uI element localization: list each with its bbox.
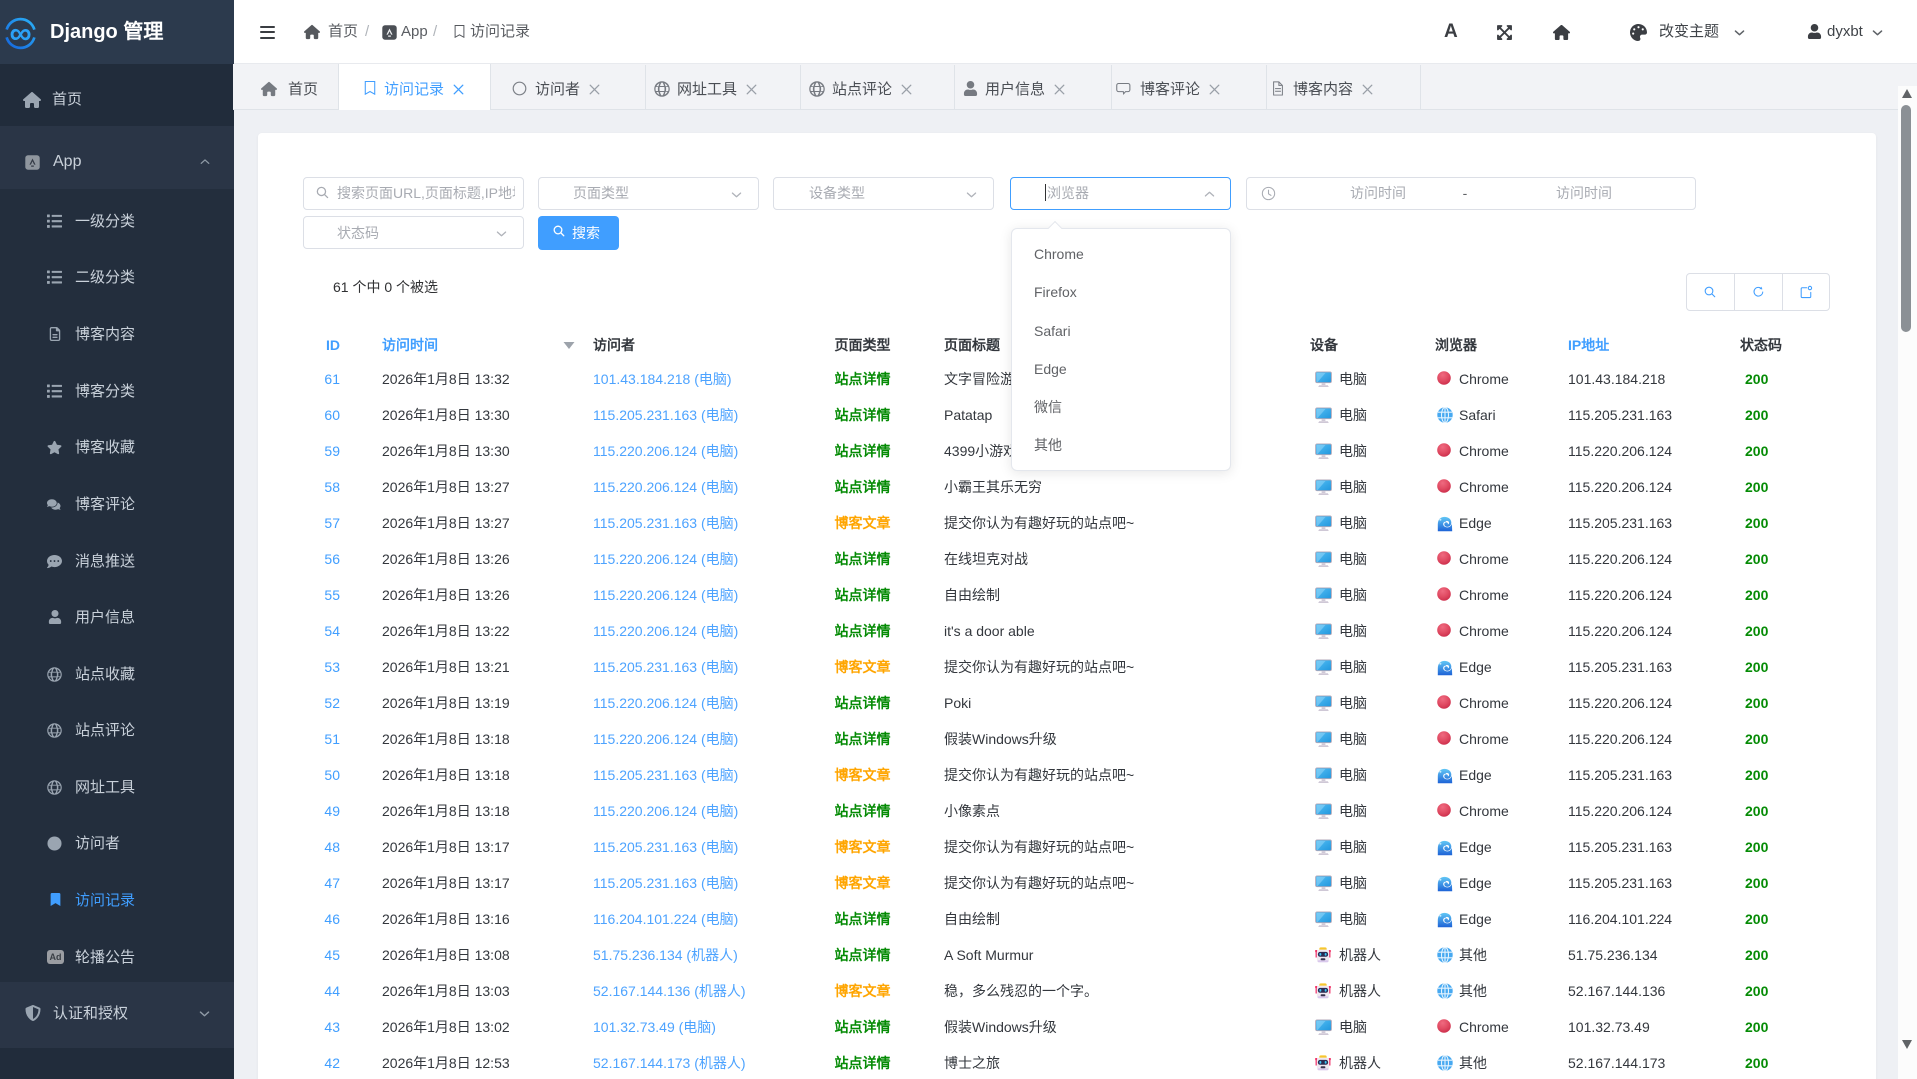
svg-text:∞: ∞ [9, 17, 31, 50]
